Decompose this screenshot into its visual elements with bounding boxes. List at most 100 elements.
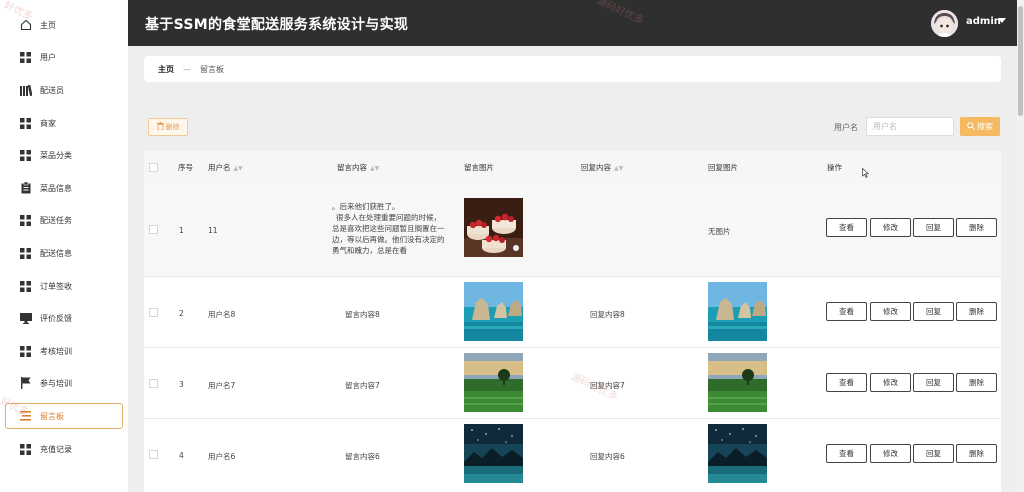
col-reply-label: 回复内容	[581, 163, 611, 172]
row-checkbox[interactable]	[149, 450, 158, 459]
view-button[interactable]: 查看	[826, 373, 867, 392]
table-row: 2 用户名8 留言内容8 回复内容8 查看 修改 回复 删除	[144, 276, 1001, 347]
row-index: 1	[179, 226, 184, 235]
table-row: 4 用户名6 留言内容6 回复内容6 查看 修改 回复 删除	[144, 418, 1001, 492]
col-reply[interactable]: 回复内容 ▲▼	[581, 162, 623, 173]
search-icon	[967, 121, 975, 132]
sidebar-item-label: 充值记录	[40, 444, 72, 454]
col-reply-image: 回复图片	[708, 163, 738, 172]
username-search-input[interactable]	[866, 117, 954, 136]
sidebar-item-delivery-info[interactable]: 配送信息	[5, 240, 123, 266]
col-username-label: 用户名	[208, 163, 231, 172]
grid-icon	[19, 280, 32, 293]
delete-button[interactable]: 删除	[956, 218, 997, 237]
grid-icon	[19, 345, 32, 358]
sort-icon[interactable]: ▲▼	[614, 165, 623, 172]
col-message-label: 留言内容	[337, 163, 367, 172]
edit-button[interactable]: 修改	[870, 373, 911, 392]
row-checkbox[interactable]	[149, 379, 158, 388]
sidebar-item-assessment-training[interactable]: 考核培训	[5, 338, 123, 364]
row-index: 4	[179, 451, 184, 460]
user-name[interactable]: admin	[966, 16, 1001, 27]
reply-button[interactable]: 回复	[913, 444, 954, 463]
sidebar-item-merchant[interactable]: 商家	[5, 110, 123, 136]
scrollbar-thumb[interactable]	[1018, 6, 1023, 116]
delete-button[interactable]: 删除	[956, 444, 997, 463]
row-checkbox[interactable]	[149, 308, 158, 317]
col-username[interactable]: 用户名 ▲▼	[208, 162, 243, 173]
clipboard-icon	[19, 182, 32, 195]
message-table: 序号 用户名 ▲▼ 留言内容 ▲▼ 留言图片 回复内容 ▲▼ 回复图片 操作 1 11…	[144, 151, 1001, 492]
breadcrumb-home[interactable]: 主页	[158, 64, 174, 75]
reply-image-night[interactable]	[708, 424, 767, 483]
message-image-night[interactable]	[464, 424, 523, 483]
sort-icon[interactable]: ▲▼	[370, 165, 379, 172]
bulk-delete-button[interactable]: 删除	[148, 118, 188, 136]
sidebar-item-label: 配送信息	[40, 248, 72, 258]
row-index: 2	[179, 309, 184, 318]
search-label: 用户名	[834, 123, 858, 132]
sidebar-item-label: 配送任务	[40, 215, 72, 225]
view-button[interactable]: 查看	[826, 444, 867, 463]
reply-image-field[interactable]	[708, 353, 767, 412]
row-reply-image-text: 无图片	[708, 227, 731, 236]
message-line: 勇气和魄力，总是在看	[332, 246, 407, 255]
sidebar-item-order-receipt[interactable]: 订单签收	[5, 273, 123, 299]
row-message: 留言内容8	[345, 310, 380, 319]
sidebar-item-join-training[interactable]: 参与培训	[5, 370, 123, 396]
row-index: 3	[179, 380, 184, 389]
sidebar-item-label: 用户	[40, 52, 56, 62]
reply-image-sea[interactable]	[708, 282, 767, 341]
sidebar-item-courier[interactable]: 配送员	[5, 77, 123, 103]
sidebar-item-dish-info[interactable]: 菜品信息	[5, 175, 123, 201]
row-message: 。后来他们获胜了。 很多人在处理重要问题的时候， 总是喜欢把这些问题暂且搁置在一…	[332, 201, 460, 256]
message-line: 。后来他们获胜了。	[332, 202, 400, 211]
search-button[interactable]: 搜索	[960, 117, 1000, 136]
sidebar-item-recharge-records[interactable]: 充值记录	[5, 436, 123, 462]
view-button[interactable]: 查看	[826, 218, 867, 237]
sidebar-item-label: 配送员	[40, 85, 64, 95]
col-message[interactable]: 留言内容 ▲▼	[337, 162, 379, 173]
sort-icon[interactable]: ▲▼	[234, 165, 243, 172]
row-reply: 回复内容8	[590, 310, 625, 319]
row-checkbox[interactable]	[149, 225, 158, 234]
edit-button[interactable]: 修改	[870, 218, 911, 237]
table-row: 1 11 。后来他们获胜了。 很多人在处理重要问题的时候， 总是喜欢把这些问题暂…	[144, 183, 1001, 276]
edit-button[interactable]: 修改	[870, 444, 911, 463]
grid-icon	[19, 117, 32, 130]
grid-icon	[19, 51, 32, 64]
message-line: 很多人在处理重要问题的时候，	[336, 213, 441, 222]
library-icon	[19, 84, 32, 97]
grid-icon	[19, 214, 32, 227]
row-username: 11	[208, 226, 218, 235]
delete-button[interactable]: 删除	[956, 302, 997, 321]
select-all-checkbox[interactable]	[149, 163, 158, 172]
chevron-down-icon[interactable]	[998, 18, 1006, 23]
message-line: 边，等以后再做。他们没有决定的	[332, 235, 445, 244]
reply-button[interactable]: 回复	[913, 373, 954, 392]
row-username: 用户名7	[208, 381, 236, 390]
col-actions: 操作	[827, 163, 842, 172]
row-username: 用户名6	[208, 452, 236, 461]
message-image-cake[interactable]	[464, 198, 523, 257]
breadcrumb: 主页 — 留言板	[144, 56, 1001, 82]
message-image-sea[interactable]	[464, 282, 523, 341]
reply-button[interactable]: 回复	[913, 302, 954, 321]
row-username: 用户名8	[208, 310, 236, 319]
message-line: 总是喜欢把这些问题暂且搁置在一	[332, 224, 445, 233]
delete-button[interactable]: 删除	[956, 373, 997, 392]
sidebar-item-label: 菜品信息	[40, 183, 72, 193]
message-image-field[interactable]	[464, 353, 523, 412]
sidebar-item-label: 主页	[40, 20, 56, 30]
sidebar-item-delivery-task[interactable]: 配送任务	[5, 207, 123, 233]
app-title: 基于SSM的食堂配送服务系统设计与实现	[145, 17, 409, 33]
sidebar-item-feedback[interactable]: 评价反馈	[5, 305, 123, 331]
avatar[interactable]	[931, 10, 958, 37]
sidebar-item-users[interactable]: 用户	[5, 44, 123, 70]
sidebar-item-dish-category[interactable]: 菜品分类	[5, 142, 123, 168]
view-button[interactable]: 查看	[826, 302, 867, 321]
reply-button[interactable]: 回复	[913, 218, 954, 237]
col-index: 序号	[178, 163, 193, 172]
edit-button[interactable]: 修改	[870, 302, 911, 321]
page-scrollbar[interactable]	[1017, 0, 1024, 492]
